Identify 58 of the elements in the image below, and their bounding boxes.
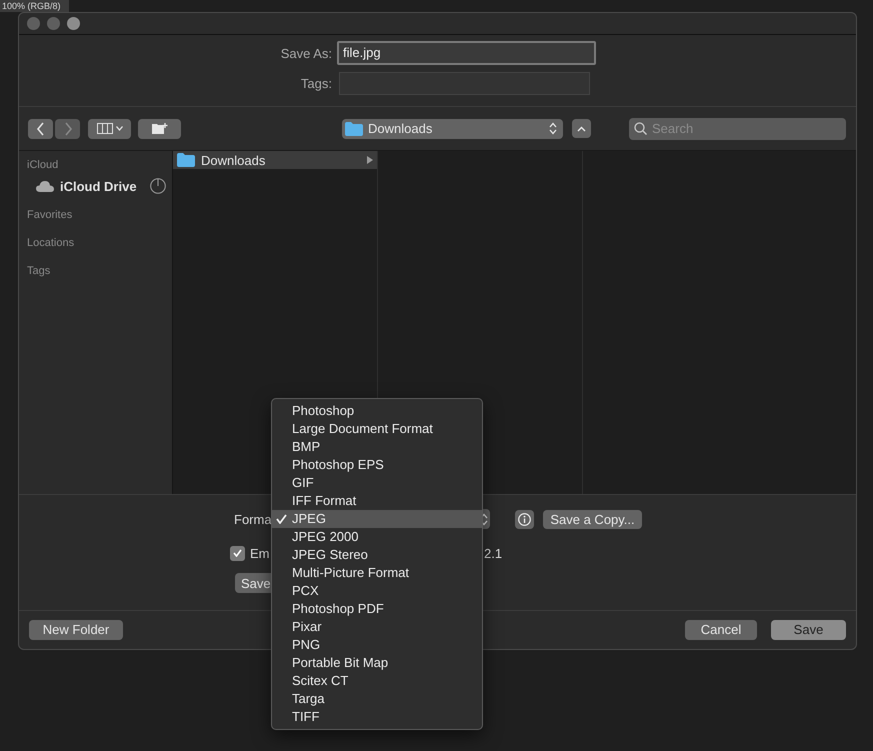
- checkbox-label: 2.1: [484, 546, 502, 560]
- new-folder-button[interactable]: New Folder: [29, 620, 123, 640]
- columns-icon: [96, 123, 112, 134]
- checkmark-icon: [233, 549, 242, 557]
- info-icon: [518, 512, 531, 526]
- menu-item[interactable]: JPEG 2000: [272, 528, 482, 546]
- checkbox[interactable]: [230, 546, 245, 560]
- field-label: Save As:: [280, 46, 333, 60]
- zoom-button[interactable]: [67, 17, 80, 30]
- checkbox-label: Em: [250, 546, 270, 560]
- menu-item[interactable]: PNG: [272, 636, 482, 654]
- menu-item[interactable]: Large Document Format: [272, 420, 482, 438]
- forward-button[interactable]: [55, 118, 80, 138]
- menu-item[interactable]: Targa: [272, 690, 482, 708]
- tags-field[interactable]: [339, 72, 590, 95]
- search-icon: [634, 122, 647, 135]
- cancel-button[interactable]: Cancel: [685, 620, 757, 640]
- menu-item[interactable]: Photoshop PDF: [272, 600, 482, 618]
- chevron-left-icon: [36, 122, 46, 136]
- info-button[interactable]: [515, 510, 534, 528]
- chevron-up-icon: [577, 126, 586, 132]
- menu-item[interactable]: IFF Format: [272, 492, 482, 510]
- field-label: Tags:: [300, 76, 333, 91]
- sidebar-item[interactable]: iCloud Drive: [36, 176, 172, 196]
- back-button[interactable]: [28, 118, 53, 138]
- save-button[interactable]: Save: [771, 620, 846, 640]
- menu-item[interactable]: Photoshop: [272, 402, 482, 420]
- menu-item[interactable]: TIFF: [272, 708, 482, 726]
- view-button[interactable]: [88, 118, 131, 138]
- menu-item[interactable]: Portable Bit Map: [272, 654, 482, 672]
- caret-icon: [116, 126, 122, 131]
- folder-icon: [345, 122, 363, 136]
- chevron-right-icon: [62, 122, 72, 136]
- sidebar-heading: Tags: [27, 265, 52, 279]
- sidebar-heading: Locations: [27, 237, 76, 251]
- folder-icon: [177, 153, 195, 167]
- menu-item[interactable]: Pixar: [272, 618, 482, 636]
- progress-circle-icon: [150, 178, 166, 194]
- disclosure-triangle-icon: [367, 156, 373, 164]
- folder-row[interactable]: Downloads: [173, 151, 377, 169]
- menu-item[interactable]: GIF: [272, 474, 482, 492]
- new-folder-button[interactable]: [138, 118, 181, 138]
- menu-item[interactable]: JPEG Stereo: [272, 546, 482, 564]
- menu-item[interactable]: Photoshop EPS: [272, 456, 482, 474]
- up-button[interactable]: [572, 119, 591, 138]
- checkmark-icon: [276, 514, 287, 524]
- location-popup[interactable]: Downloads: [342, 118, 563, 138]
- sidebar-heading: Favorites: [27, 209, 74, 223]
- menu-item[interactable]: JPEG: [272, 510, 482, 528]
- sidebar-heading: iCloud: [27, 159, 60, 173]
- save-copy-button[interactable]: Save a Copy...: [543, 510, 642, 528]
- filename-field[interactable]: file.jpg: [337, 41, 596, 65]
- cloud-icon: [36, 180, 54, 192]
- menu-item[interactable]: Scitex CT: [272, 672, 482, 690]
- stepper-icon: [549, 122, 557, 135]
- menu-item[interactable]: BMP: [272, 438, 482, 456]
- document-tab[interactable]: 100% (RGB/8): [0, 0, 69, 12]
- folder-plus-icon: [152, 122, 168, 134]
